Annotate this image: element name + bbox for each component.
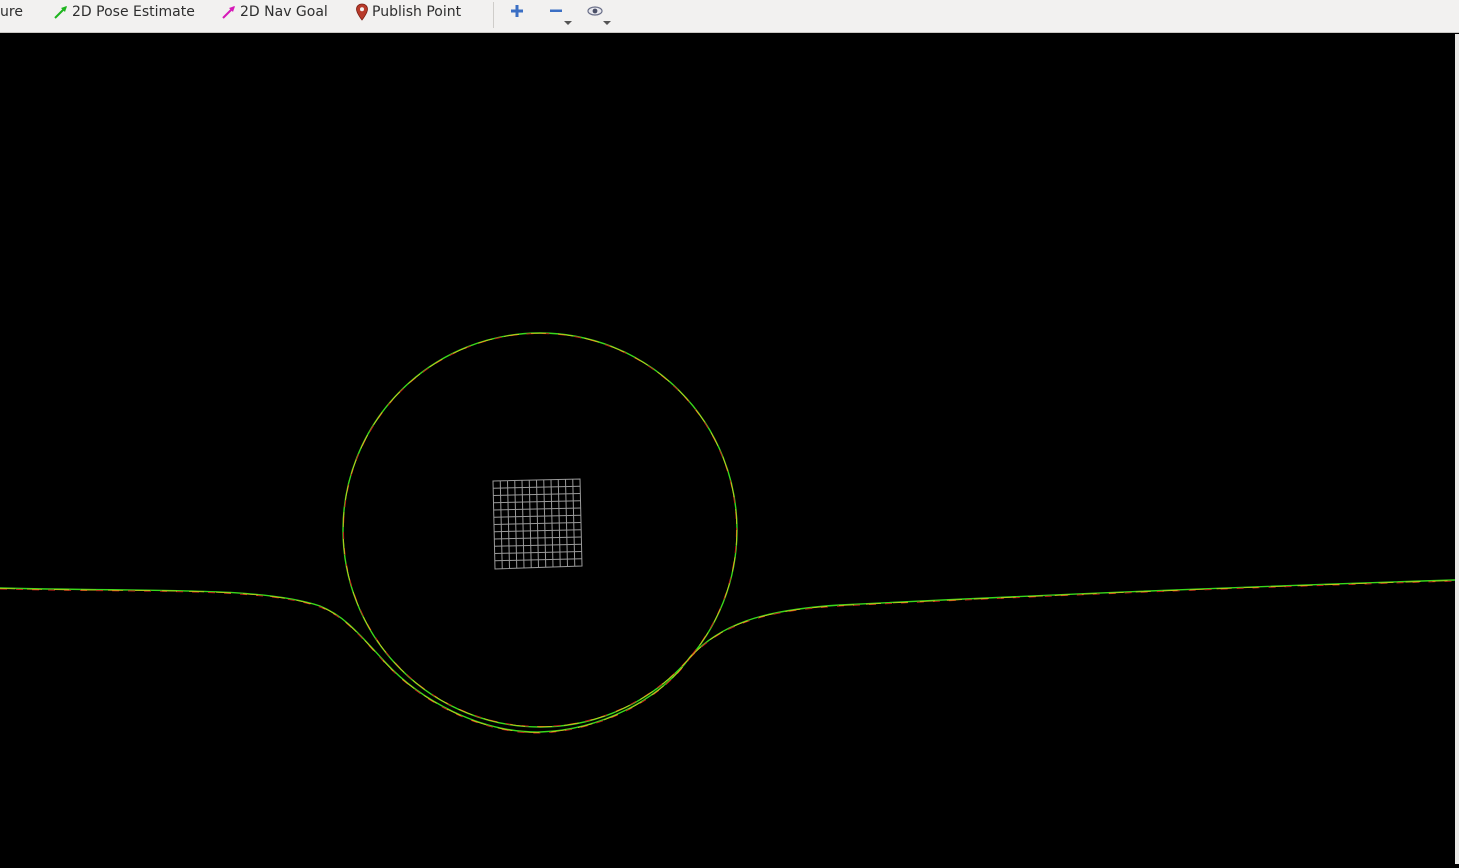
publish-point-label: Publish Point: [372, 4, 462, 20]
eye-icon: [587, 6, 611, 25]
pose-estimate-tool[interactable]: 2D Pose Estimate: [53, 0, 195, 24]
green-arrow-icon: [53, 4, 69, 20]
grid: [492, 478, 583, 570]
estimated-path: [0, 332, 1456, 733]
nav-goal-label: 2D Nav Goal: [240, 4, 328, 20]
pose-estimate-label: 2D Pose Estimate: [72, 4, 195, 20]
add-tool-button[interactable]: [505, 2, 533, 26]
tracked-path: [0, 333, 1456, 734]
remove-tool-button[interactable]: [545, 2, 573, 26]
publish-point-tool[interactable]: Publish Point: [355, 0, 461, 24]
path-visualization: [0, 332, 1456, 734]
measure-tool-label: ure: [0, 4, 23, 20]
plus-icon: [511, 5, 523, 17]
toolbar-separator: [493, 2, 494, 28]
view-options-button[interactable]: [584, 2, 612, 26]
3d-viewport[interactable]: [0, 34, 1456, 864]
minus-icon: [550, 9, 572, 25]
measure-tool[interactable]: ure: [0, 0, 23, 24]
nav-goal-tool[interactable]: 2D Nav Goal: [221, 0, 328, 24]
reference-path: [0, 332, 1456, 733]
viewport-border: [1455, 34, 1459, 864]
magenta-arrow-icon: [221, 4, 237, 20]
rviz-toolbar: ure 2D Pose Estimate 2D Nav Goal Publish: [0, 0, 1459, 33]
location-pin-icon: [355, 3, 369, 21]
